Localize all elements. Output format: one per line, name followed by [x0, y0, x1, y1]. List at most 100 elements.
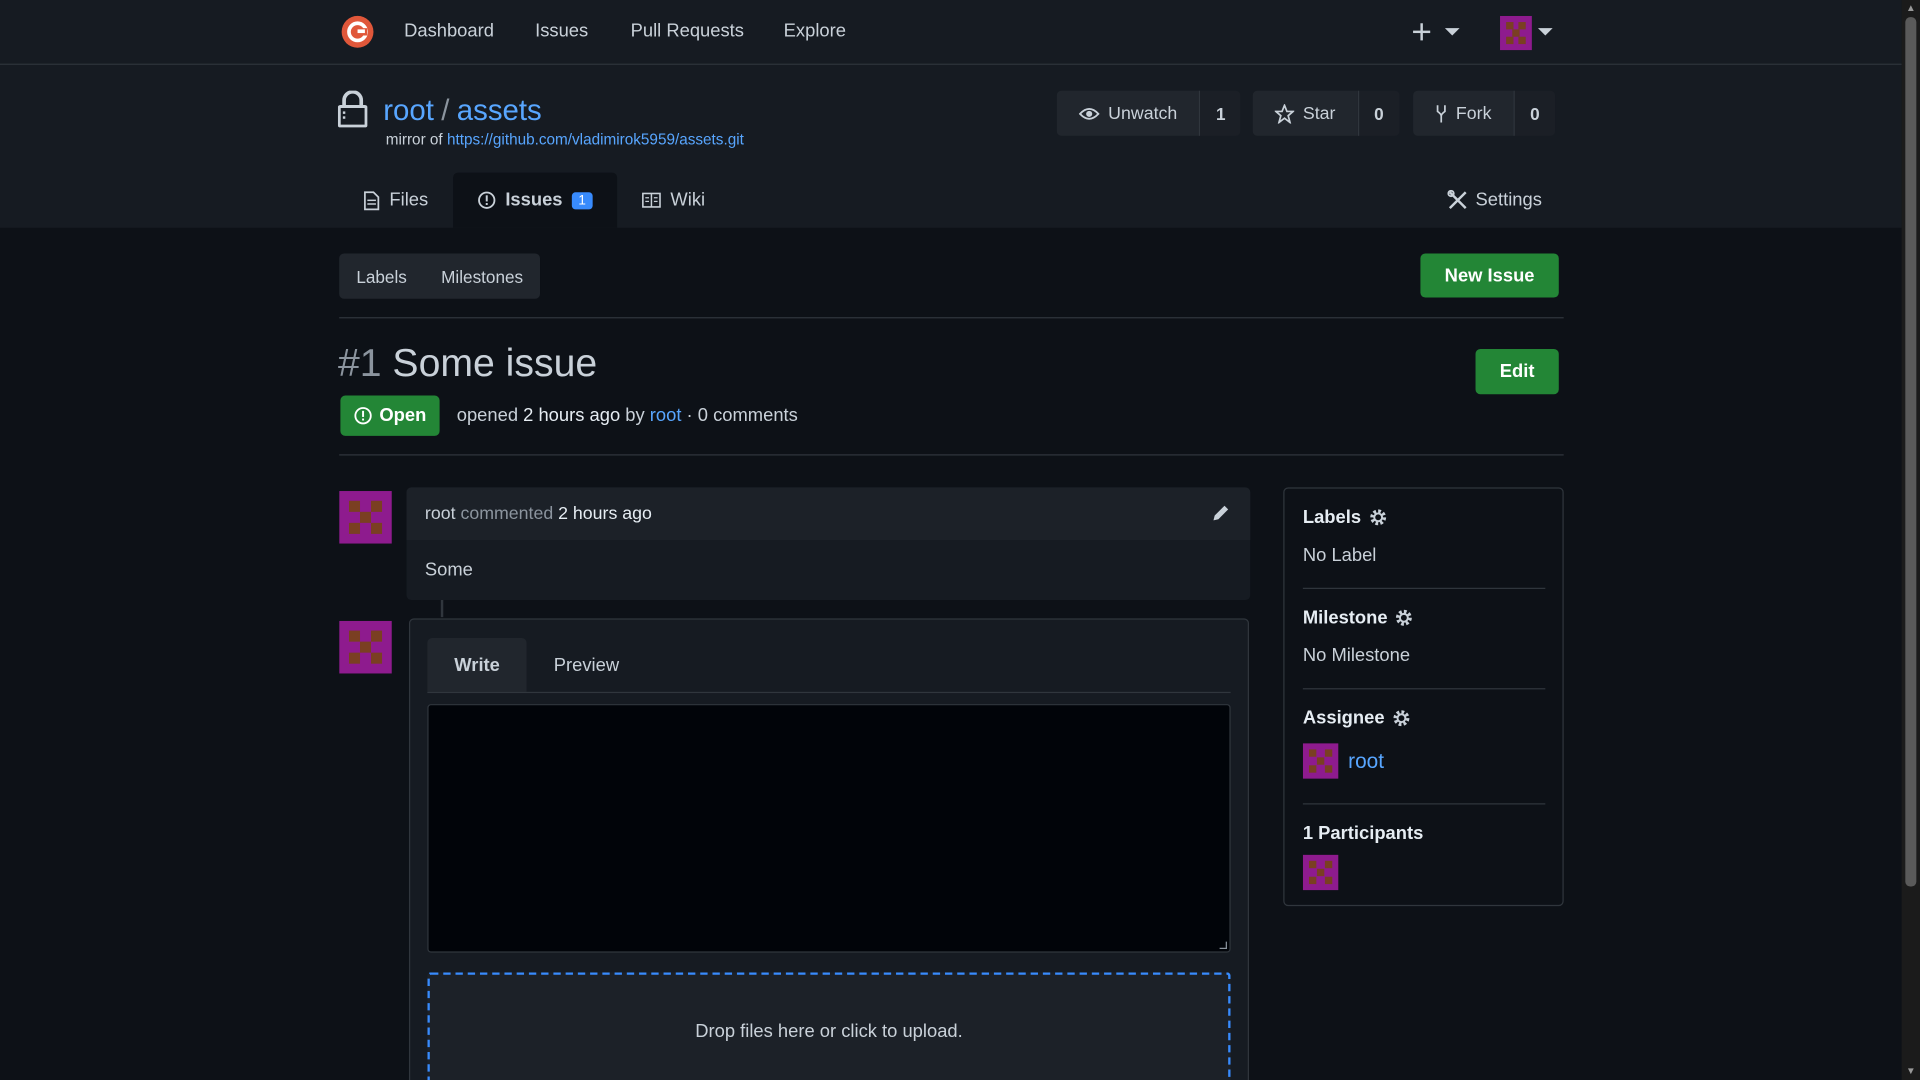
star-label: Star [1302, 103, 1336, 124]
caret-down-icon [1444, 28, 1460, 36]
mirror-info: mirror of https://github.com/vladimirok5… [386, 131, 744, 148]
repo-separator: / [441, 94, 450, 128]
assignee-title-text: Assignee [1302, 707, 1385, 729]
issue-author-link[interactable]: root [650, 405, 682, 426]
labels-link[interactable]: Labels [339, 253, 424, 298]
milestones-link[interactable]: Milestones [424, 253, 540, 298]
star-button[interactable]: Star [1252, 90, 1358, 136]
repo-tabs: Files Issues 1 Wiki [339, 172, 730, 228]
gear-icon[interactable] [1395, 609, 1413, 627]
scroll-down-icon[interactable]: ▼ [1905, 1065, 1916, 1076]
sidebar-divider [1302, 587, 1546, 589]
editor-tabs: Write Preview [427, 637, 646, 692]
repo-title: root / assets [383, 94, 541, 128]
gear-icon[interactable] [1368, 508, 1386, 526]
scroll-up-icon[interactable]: ▲ [1905, 2, 1916, 13]
nav-explore[interactable]: Explore [784, 21, 846, 42]
issues-count-badge: 1 [572, 191, 593, 209]
comment-author[interactable]: root [425, 504, 456, 524]
issue-sidebar: Labels No Label Milestone No Milestone A… [1283, 487, 1564, 907]
current-user-avatar [339, 620, 392, 674]
file-icon [364, 190, 380, 210]
fork-group: Fork 0 [1413, 90, 1556, 136]
tab-preview[interactable]: Preview [527, 638, 646, 692]
by-text: by [625, 405, 645, 427]
issue-status-label: Open [379, 405, 427, 427]
tab-issues[interactable]: Issues 1 [452, 172, 617, 228]
comment-header: root commented 2 hours ago [406, 487, 1251, 541]
tools-icon [1447, 189, 1467, 210]
tab-write[interactable]: Write [427, 637, 527, 692]
divider [339, 454, 1564, 456]
editor-divider [427, 691, 1231, 694]
mirror-prefix: mirror of [385, 131, 443, 149]
scrollbar-thumb[interactable] [1905, 17, 1917, 887]
divider [339, 317, 1564, 319]
repo-owner-link[interactable]: root [383, 94, 434, 127]
labels-section: Labels No Label [1303, 507, 1545, 566]
resize-handle[interactable] [1219, 941, 1227, 949]
lock-icon [337, 90, 368, 128]
repo-header: root / assets mirror of https://github.com… [0, 64, 1902, 228]
nav-pull-requests[interactable]: Pull Requests [631, 21, 744, 42]
milestone-title: Milestone [1303, 607, 1545, 628]
nav-issues[interactable]: Issues [535, 21, 588, 42]
star-group: Star 0 [1252, 90, 1400, 136]
fork-label: Fork [1455, 103, 1492, 124]
watch-group: Unwatch 1 [1056, 90, 1241, 136]
labels-title: Labels [1303, 507, 1545, 528]
comment-count: · 0 comments [686, 405, 798, 427]
top-navbar: Dashboard Issues Pull Requests Explore [0, 0, 1902, 65]
book-icon [641, 192, 661, 208]
fork-icon [1436, 104, 1446, 122]
sidebar-divider [1302, 688, 1546, 690]
milestone-section: Milestone No Milestone [1303, 607, 1545, 666]
assignee-section: Assignee root [1302, 707, 1545, 779]
file-dropzone[interactable]: Drop files here or click to upload. [427, 972, 1231, 1080]
gear-icon[interactable] [1392, 709, 1410, 727]
pencil-icon[interactable] [1211, 503, 1231, 523]
issues-submenu: Labels Milestones [339, 253, 541, 299]
page-scrollbar[interactable]: ▲ ▼ [1901, 0, 1920, 1080]
issue-meta: opened 2 hours ago by root · 0 comments [457, 405, 798, 426]
caret-down-icon [1537, 28, 1553, 36]
create-new-dropdown[interactable] [1411, 16, 1465, 48]
user-menu-avatar[interactable] [1500, 15, 1559, 51]
tab-wiki[interactable]: Wiki [617, 173, 730, 228]
participant-avatar[interactable] [1302, 854, 1339, 891]
nav-dashboard[interactable]: Dashboard [404, 21, 494, 42]
tab-files[interactable]: Files [339, 173, 452, 228]
comment-textarea[interactable] [427, 704, 1231, 953]
repo-name-link[interactable]: assets [457, 94, 542, 127]
gitea-logo-icon[interactable] [340, 15, 374, 49]
participants-list [1302, 854, 1545, 897]
opened-text: opened [456, 405, 519, 427]
issue-number: #1 [337, 340, 382, 385]
fork-count[interactable]: 0 [1513, 90, 1556, 136]
star-count[interactable]: 0 [1357, 90, 1400, 136]
edit-issue-button[interactable]: Edit [1475, 348, 1559, 395]
tab-wiki-label: Wiki [670, 189, 706, 211]
participants-section: 1 Participants [1302, 823, 1545, 897]
assignee-avatar [1302, 743, 1339, 779]
milestone-title-text: Milestone [1302, 607, 1388, 629]
comment-author-avatar[interactable] [339, 491, 392, 544]
issue-title: #1 Some issue [338, 340, 597, 385]
issue-comment: root commented 2 hours ago Some [406, 487, 1251, 601]
comment-body: Some [424, 559, 473, 581]
labels-title-text: Labels [1302, 506, 1362, 528]
issue-opened-icon [477, 191, 495, 209]
assignee-link[interactable]: root [1348, 749, 1384, 773]
issue-status-badge: Open [340, 395, 440, 436]
watch-count[interactable]: 1 [1199, 90, 1241, 136]
milestone-value: No Milestone [1302, 645, 1411, 667]
issue-title-text: Some issue [392, 340, 598, 385]
comment-verb: commented [460, 503, 554, 524]
fork-button[interactable]: Fork [1413, 90, 1514, 136]
mirror-url-link[interactable]: https://github.com/vladimirok5959/assets… [447, 131, 744, 148]
tab-settings[interactable]: Settings [1447, 173, 1542, 228]
unwatch-button[interactable]: Unwatch [1056, 90, 1200, 136]
new-issue-button[interactable]: New Issue [1420, 253, 1559, 298]
assignee-item[interactable]: root [1302, 743, 1545, 779]
labels-value: No Label [1302, 544, 1377, 566]
